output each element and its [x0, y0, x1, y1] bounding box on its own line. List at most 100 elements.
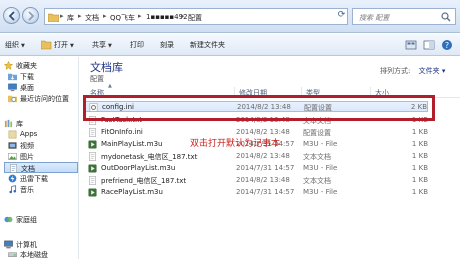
- back-arrow-icon: [8, 11, 15, 21]
- sidebar-homegroup-label: 家庭组: [16, 216, 37, 224]
- print-button[interactable]: 打印: [130, 40, 144, 50]
- sidebar-item-videos[interactable]: 视频: [4, 140, 78, 151]
- sidebar-item-label: 桌面: [20, 84, 34, 92]
- search-input[interactable]: 搜索 配置: [352, 8, 456, 25]
- navigation-pane: 收藏夹 下载 桌面 最近访问的位置 库 Apps 视频 图片 文档 迅雷下载 音…: [0, 57, 79, 259]
- arrange-by-dropdown[interactable]: 文件夹 ▾: [419, 67, 446, 75]
- file-type: M3U - File: [303, 140, 338, 148]
- recent-places-icon: [8, 95, 17, 103]
- crumb-qqspeed[interactable]: QQ飞车: [110, 13, 135, 23]
- crumb-separator: ▸: [103, 12, 107, 20]
- burn-button[interactable]: 刻录: [160, 40, 174, 50]
- music-library-icon: [9, 185, 17, 194]
- sidebar-item-apps[interactable]: Apps: [4, 129, 78, 140]
- help-icon[interactable]: ?: [441, 39, 453, 51]
- crumb-library[interactable]: 库: [67, 13, 74, 23]
- command-bar: 组织 ▼ 打开 ▼ 共享 ▼ 打印 刻录 新建文件夹 ?: [0, 34, 460, 56]
- file-type: M3U - File: [303, 188, 338, 196]
- table-row[interactable]: prefriend_电信区_187.txt 2014/8/2 13:48 文本文…: [84, 175, 428, 186]
- sidebar-item-label: 迅雷下载: [20, 175, 48, 183]
- sidebar-item-label: Apps: [20, 130, 38, 138]
- sidebar-item-pictures[interactable]: 图片: [4, 151, 78, 162]
- share-button[interactable]: 共享 ▼: [92, 40, 112, 50]
- file-name: MainPlayList.m3u: [101, 140, 163, 148]
- view-options-icon[interactable]: [405, 39, 417, 51]
- star-icon: [4, 61, 13, 70]
- file-size: 1 KB: [411, 188, 428, 196]
- file-date: 2014/7/31 14:57: [236, 164, 295, 172]
- organize-label: 组织: [5, 41, 19, 49]
- file-size: 1 KB: [411, 164, 428, 172]
- preview-pane-icon[interactable]: [423, 39, 435, 51]
- sidebar-libraries[interactable]: 库: [4, 118, 78, 129]
- file-type: 文本文档: [303, 153, 331, 161]
- desktop-icon: [8, 83, 17, 92]
- sidebar-item-local-disk[interactable]: 本地磁盘: [4, 249, 78, 259]
- picture-library-icon: [8, 153, 17, 160]
- file-type: 配置设置: [303, 129, 331, 137]
- refresh-icon[interactable]: ⟳: [336, 10, 347, 21]
- crumb-separator: ▸: [78, 12, 82, 20]
- file-size: 1 KB: [411, 152, 428, 160]
- local-disk-icon: [8, 252, 17, 257]
- file-name: prefriend_电信区_187.txt: [101, 177, 187, 185]
- file-list-pane: 文档库 配置 排列方式: 文件夹 ▾ ▲ 名称 修改日期 类型 大小 confi…: [80, 57, 460, 259]
- library-title: 文档库: [90, 61, 123, 74]
- dropdown-arrow-icon: ▼: [21, 43, 25, 49]
- svg-text:?: ?: [445, 41, 449, 50]
- crumb-separator: ▸: [138, 12, 142, 20]
- sidebar-homegroup[interactable]: 家庭组: [4, 214, 78, 225]
- m3u-file-icon: [88, 188, 97, 197]
- file-size: 1 KB: [411, 140, 428, 148]
- table-row[interactable]: OutDoorPlayList.m3u 2014/7/31 14:57 M3U …: [84, 163, 428, 174]
- file-size: 1 KB: [411, 128, 428, 136]
- sidebar-item-music[interactable]: 音乐: [4, 184, 78, 195]
- sidebar-favorites[interactable]: 收藏夹: [4, 60, 78, 71]
- folder-icon: [48, 13, 59, 22]
- text-file-icon: [89, 152, 96, 161]
- organize-button[interactable]: 组织 ▼: [5, 40, 25, 50]
- dropdown-arrow-icon: ▼: [70, 43, 74, 49]
- file-size: 1 KB: [411, 176, 428, 184]
- library-icon: [4, 119, 13, 128]
- open-button[interactable]: 打开 ▼: [54, 40, 74, 50]
- sidebar-item-desktop[interactable]: 桌面: [4, 82, 78, 93]
- m3u-file-icon: [88, 164, 97, 173]
- video-library-icon: [8, 142, 17, 149]
- file-name: FitOnInfo.ini: [101, 128, 143, 136]
- new-folder-button[interactable]: 新建文件夹: [190, 40, 225, 50]
- homegroup-icon: [4, 216, 13, 223]
- back-button[interactable]: [3, 7, 20, 24]
- crumb-separator: ▸: [60, 12, 64, 20]
- share-label: 共享: [92, 41, 106, 49]
- sidebar-item-label: 下载: [20, 73, 34, 81]
- sidebar-favorites-label: 收藏夹: [16, 62, 37, 70]
- sidebar-item-recent-places[interactable]: 最近访问的位置: [4, 93, 78, 104]
- file-date: 2014/8/2 13:48: [236, 128, 290, 136]
- address-input[interactable]: ▸ 库 ▸ 文档 ▸ QQ飞车 ▸ 1▪▪▪▪▪492 ▸ 配置: [44, 8, 348, 25]
- sidebar-item-thunder-downloads[interactable]: 迅雷下载: [4, 173, 78, 184]
- crumb-separator: ▸: [181, 12, 185, 20]
- table-row[interactable]: mydonetask_电信区_187.txt 2014/8/2 13:48 文本…: [84, 151, 428, 162]
- forward-button[interactable]: [22, 7, 39, 24]
- download-folder-icon: [8, 73, 17, 81]
- crumb-documents[interactable]: 文档: [85, 13, 99, 23]
- sidebar-item-label: 音乐: [20, 186, 34, 194]
- address-bar-region: ▸ 库 ▸ 文档 ▸ QQ飞车 ▸ 1▪▪▪▪▪492 ▸ 配置 ⟳ 搜索 配置: [0, 0, 460, 33]
- file-date: 2014/8/2 13:48: [236, 176, 290, 184]
- file-date: 2014/8/2 13:48: [236, 152, 290, 160]
- annotation-text: 双击打开默认为记事本: [190, 139, 281, 149]
- library-subtitle: 配置: [90, 75, 104, 83]
- search-placeholder: 搜索 配置: [359, 14, 390, 22]
- sidebar-item-documents[interactable]: 文档: [4, 162, 78, 173]
- sidebar-item-downloads[interactable]: 下载: [4, 71, 78, 82]
- arrange-by: 排列方式: 文件夹 ▾: [380, 66, 445, 76]
- table-row[interactable]: RacePlayList.m3u 2014/7/31 14:57 M3U - F…: [84, 187, 428, 198]
- file-type: 文本文档: [303, 177, 331, 185]
- crumb-config[interactable]: 配置: [188, 13, 202, 23]
- file-name: OutDoorPlayList.m3u: [101, 164, 176, 172]
- search-icon: [441, 12, 451, 22]
- apps-library-icon: [8, 130, 17, 139]
- sidebar-item-label: 视频: [20, 142, 34, 150]
- computer-icon: [4, 240, 13, 249]
